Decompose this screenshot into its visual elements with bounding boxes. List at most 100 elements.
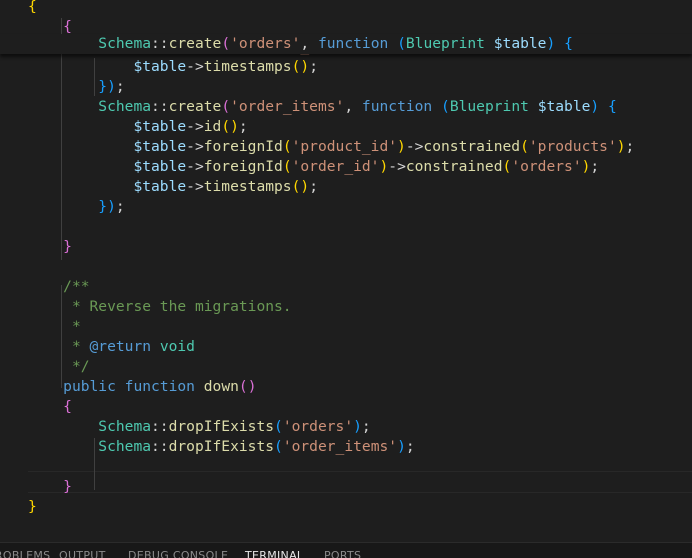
code-line[interactable]: * @return void xyxy=(28,337,195,357)
code-token: -> xyxy=(186,158,204,175)
code-token: ( xyxy=(282,138,292,155)
code-token: ) xyxy=(616,138,626,155)
code-line[interactable]: }); xyxy=(28,197,125,217)
code-token: $table xyxy=(537,98,591,115)
code-token: -> xyxy=(186,118,204,135)
code-token: ; xyxy=(309,178,318,195)
code-line[interactable]: public function down() xyxy=(28,377,257,397)
code-token: dropIfExists xyxy=(168,438,275,455)
code-line[interactable]: }); xyxy=(28,77,124,97)
code-line[interactable]: } xyxy=(28,477,72,497)
code-token: :: xyxy=(151,418,169,435)
code-token: /** xyxy=(63,278,90,295)
code-line[interactable]: $table->timestamps(); xyxy=(28,177,318,197)
code-token: ) xyxy=(379,158,389,175)
code-token: }) xyxy=(98,78,116,95)
code-token: timestamps xyxy=(203,58,292,75)
code-token: ) xyxy=(397,138,406,155)
code-line[interactable]: { xyxy=(28,397,72,417)
code-token: Schema xyxy=(98,98,152,115)
code-token: timestamps xyxy=(203,178,292,195)
code-token: $table xyxy=(133,118,187,135)
code-line[interactable]: * Reverse the migrations. xyxy=(28,297,292,317)
code-token: ; xyxy=(625,138,635,155)
code-token: -> xyxy=(186,58,204,75)
code-token: () xyxy=(221,118,239,135)
code-token: { xyxy=(63,18,72,35)
code-token: 'products' xyxy=(528,138,617,155)
code-line[interactable]: Schema::create('order_items', function (… xyxy=(28,97,617,117)
code-token: ) xyxy=(546,35,556,52)
code-token: :: xyxy=(151,98,169,115)
code-token: , xyxy=(344,98,362,115)
code-token: } xyxy=(63,478,72,495)
code-token: Blueprint xyxy=(449,98,529,115)
code-line[interactable]: Schema::dropIfExists('order_items'); xyxy=(28,437,414,457)
code-token: ; xyxy=(309,58,318,75)
code-token: ( xyxy=(520,138,529,155)
code-token: Schema xyxy=(98,35,152,52)
code-token: ) xyxy=(353,418,362,435)
code-line[interactable]: Schema::dropIfExists('orders'); xyxy=(28,417,371,437)
code-line[interactable]: */ xyxy=(28,357,90,377)
code-token: $table xyxy=(493,35,547,52)
current-line-highlight xyxy=(28,471,692,493)
code-token: ( xyxy=(274,418,283,435)
code-token: } xyxy=(63,238,72,255)
code-token: 'orders' xyxy=(511,158,582,175)
panel-tab-bar: PROBLEMS OUTPUT DEBUG CONSOLE TERMINAL P… xyxy=(0,542,692,558)
code-editor[interactable]: { { $table->boolean('is_shipped')->defau… xyxy=(0,0,692,557)
code-token: ( xyxy=(274,438,283,455)
code-token: ; xyxy=(115,198,125,215)
code-token: down xyxy=(203,378,239,395)
code-line[interactable]: * xyxy=(28,317,81,337)
code-token: ( xyxy=(441,98,450,115)
code-token: ; xyxy=(361,418,371,435)
code-line[interactable]: /** xyxy=(28,277,90,297)
code-token: * xyxy=(71,318,81,335)
code-line[interactable]: } xyxy=(28,497,37,517)
code-line[interactable]: $table->foreignId('order_id')->constrain… xyxy=(28,157,599,177)
code-line[interactable]: $table->timestamps(); xyxy=(28,57,318,77)
code-token: ( xyxy=(282,158,292,175)
code-token: * Reverse the migrations. xyxy=(71,298,292,315)
code-token: $table xyxy=(133,58,187,75)
code-token: () xyxy=(238,378,257,395)
sticky-scroll-header[interactable]: Schema::create('orders', function (Bluep… xyxy=(0,34,692,54)
code-line[interactable]: $table->foreignId('product_id')->constra… xyxy=(28,137,634,157)
code-token: ) xyxy=(590,98,600,115)
code-line[interactable]: $table->id(); xyxy=(28,117,247,137)
code-token: }) xyxy=(98,198,116,215)
code-token: id xyxy=(203,118,222,135)
code-token: function xyxy=(124,378,195,395)
code-line[interactable]: { xyxy=(28,0,37,17)
code-line[interactable]: } xyxy=(28,237,72,257)
code-token: Blueprint xyxy=(405,35,485,52)
code-token: -> xyxy=(186,138,204,155)
sticky-scroll-line[interactable]: Schema::create('orders', function (Bluep… xyxy=(28,34,573,54)
code-token: create xyxy=(168,98,222,115)
code-token: :: xyxy=(151,35,169,52)
code-token: public xyxy=(63,378,116,395)
code-token: $table xyxy=(133,138,187,155)
code-token: * xyxy=(71,338,90,355)
